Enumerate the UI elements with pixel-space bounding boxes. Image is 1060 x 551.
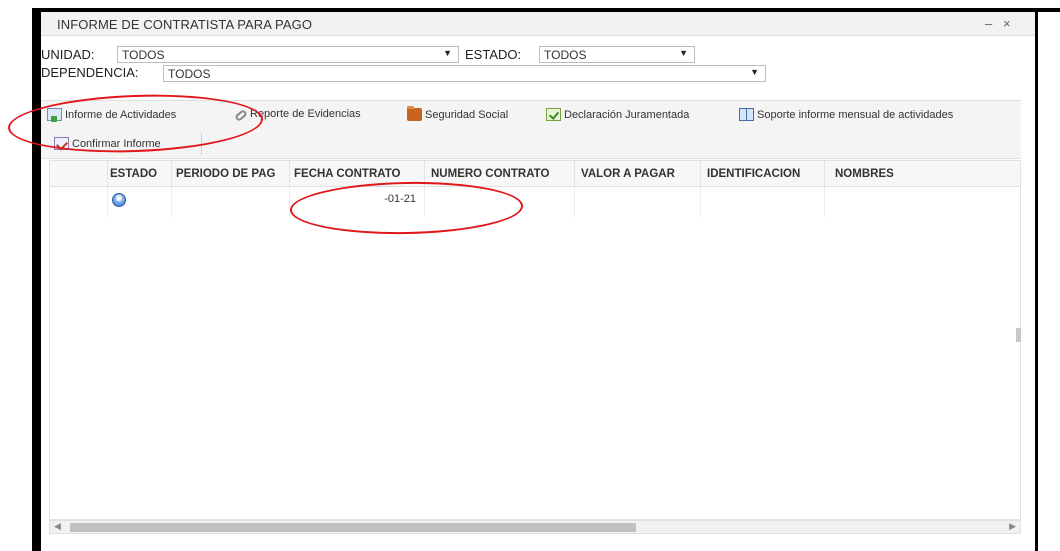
horizontal-scrollbar-thumb[interactable] [70,523,636,532]
column-header-numero-contrato[interactable]: NUMERO CONTRATO [425,161,575,187]
scroll-left-icon[interactable]: ◀ [54,521,61,532]
folder-icon [407,106,422,121]
horizontal-scrollbar[interactable]: ◀ ▶ [49,520,1021,534]
seguridad-social-button[interactable]: Seguridad Social [407,106,509,121]
table-row[interactable]: -01-21 [50,187,1020,217]
estado-select[interactable]: TODOS ▼ [539,46,695,63]
column-header-periodo[interactable]: PERIODO DE PAG [172,161,290,187]
estado-label: ESTADO: [465,47,522,62]
fecha-contrato-cell: -01-21 [290,187,425,217]
toolbar-separator [201,133,202,155]
estado-cell [108,187,172,217]
button-label: Reporte de Evidencias [250,108,361,120]
close-button[interactable]: × [1003,16,1011,31]
unidad-select[interactable]: TODOS ▼ [117,46,459,63]
screenshot-frame-left [0,0,41,551]
button-label: Declaración Juramentada [564,108,690,121]
periodo-cell [172,187,290,217]
vertical-scrollbar-thumb[interactable] [1016,328,1021,342]
identificacion-cell [701,187,825,217]
book-icon [739,108,754,121]
column-header-estado[interactable]: ESTADO [108,161,172,187]
window-title: INFORME DE CONTRATISTA PARA PAGO [57,17,313,32]
column-header-nombres[interactable]: NOMBRES [825,161,1020,187]
screenshot-frame-right [1035,8,1038,551]
chevron-down-icon: ▼ [679,48,688,58]
row-select-cell [50,187,108,217]
grid-header: ESTADO PERIODO DE PAG FECHA CONTRATO NUM… [50,161,1020,187]
window-titlebar: INFORME DE CONTRATISTA PARA PAGO – × [41,12,1035,36]
minimize-button[interactable]: – [985,16,992,31]
nombres-cell [825,187,1020,217]
button-label: Informe de Actividades [65,108,177,121]
paperclip-icon [234,108,248,122]
button-label: Seguridad Social [425,108,509,121]
document-add-icon [47,108,62,122]
action-toolbar: Informe de Actividades Reporte de Eviden… [41,100,1021,159]
dependencia-select-value: TODOS [168,67,211,81]
scroll-right-icon[interactable]: ▶ [1009,521,1016,532]
button-label: Confirmar Informe [72,137,161,150]
estado-select-value: TODOS [544,48,587,62]
confirm-icon [54,137,69,150]
valor-pagar-cell [575,187,701,217]
unidad-select-value: TODOS [122,48,165,62]
confirmar-informe-button[interactable]: Confirmar Informe [54,137,161,150]
report-window: INFORME DE CONTRATISTA PARA PAGO – × UNI… [41,12,1035,551]
chevron-down-icon: ▼ [750,67,759,77]
dependencia-label: DEPENDENCIA: [41,65,139,80]
status-circle-icon[interactable] [112,193,126,207]
column-header-valor-pagar[interactable]: VALOR A PAGAR [575,161,701,187]
informe-actividades-button[interactable]: Informe de Actividades [47,108,177,122]
soporte-informe-button[interactable]: Soporte informe mensual de actividades [739,108,953,121]
declaracion-juramentada-button[interactable]: Declaración Juramentada [546,108,689,121]
column-header-fecha-contrato[interactable]: FECHA CONTRATO [290,161,425,187]
button-label: Soporte informe mensual de actividades [757,108,954,121]
chevron-down-icon: ▼ [443,48,452,58]
column-header-select [50,161,108,187]
dependencia-select[interactable]: TODOS ▼ [163,65,766,82]
check-document-icon [546,108,561,121]
numero-contrato-cell [425,187,575,217]
reporte-evidencias-button[interactable]: Reporte de Evidencias [234,108,361,122]
column-header-identificacion[interactable]: IDENTIFICACION [701,161,825,187]
contracts-grid: ESTADO PERIODO DE PAG FECHA CONTRATO NUM… [49,160,1021,520]
unidad-label: UNIDAD: [41,47,95,62]
